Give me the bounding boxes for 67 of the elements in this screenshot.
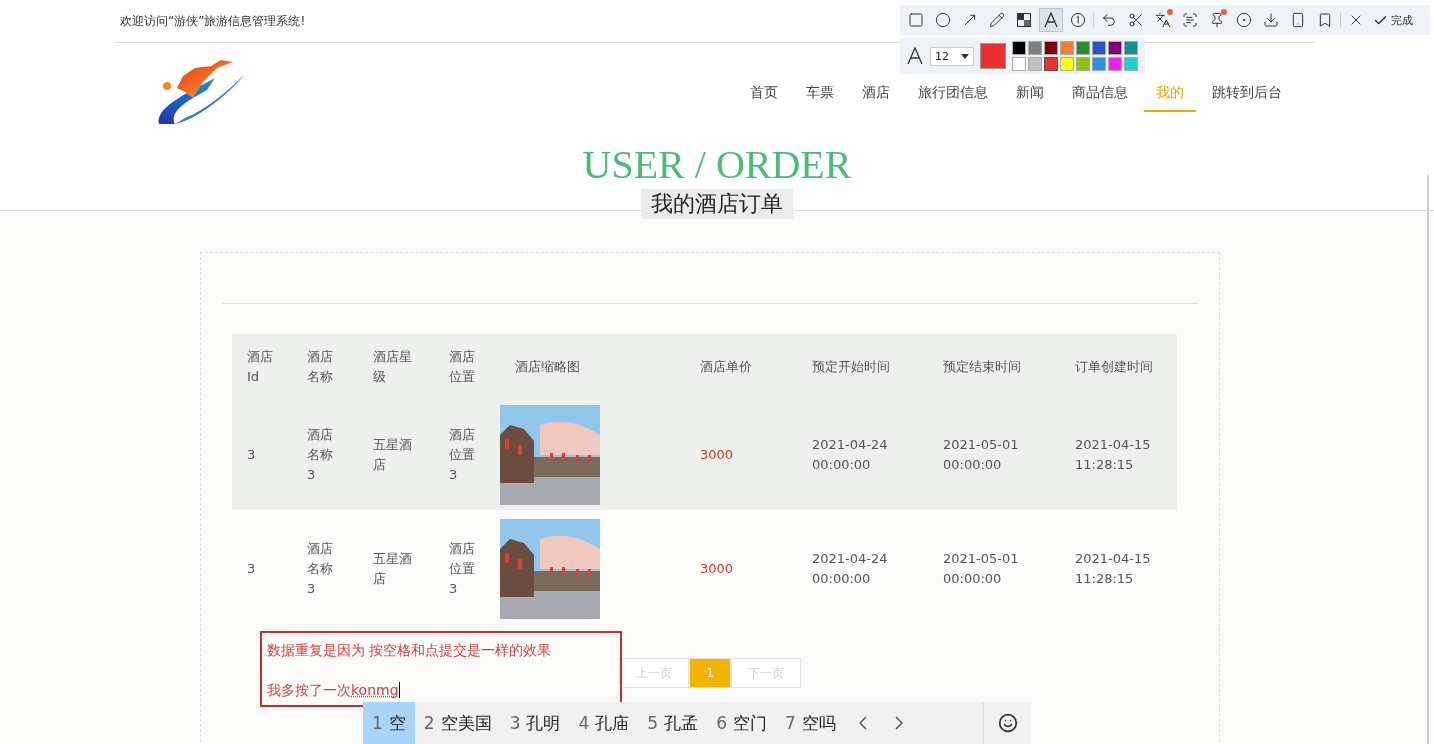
nav-link[interactable]: 新闻 [1004, 74, 1056, 112]
column-header: 预定结束时间 [928, 334, 1060, 400]
table-cell-text: 五星酒店 [373, 436, 413, 474]
color-swatch[interactable] [1028, 57, 1042, 71]
done-button[interactable]: 完成 [1371, 12, 1415, 28]
annotation-text: 我多按了一次konmg [267, 681, 401, 699]
table-cell-text: 3 [247, 560, 256, 578]
table-cell-text: 2021-05-01 00:00:00 [943, 436, 1020, 474]
color-swatch[interactable] [1028, 41, 1042, 55]
table-cell-text: 五星酒店 [373, 550, 413, 588]
nav-link[interactable]: 车票 [794, 74, 846, 112]
chevron-left-icon [858, 716, 867, 730]
annotation-text: 数据重复是因为 按空格和点提交是一样的效果 [267, 641, 553, 659]
table-cell-text: 2021-04-24 00:00:00 [812, 436, 889, 474]
table-cell-text: 3000 [700, 560, 734, 578]
column-header: 酒店单价 [685, 334, 797, 400]
font-icon [906, 47, 924, 65]
color-swatch[interactable] [1060, 41, 1074, 55]
ime-candidate[interactable]: 5 孔孟 [638, 702, 708, 744]
smiley-icon [997, 713, 1018, 733]
color-swatch[interactable] [1108, 41, 1122, 55]
nav-link[interactable]: 跳转到后台 [1200, 74, 1294, 112]
color-swatch[interactable] [1044, 57, 1058, 71]
color-swatch[interactable] [1060, 57, 1074, 71]
table-cell-text: 2021-04-24 00:00:00 [812, 550, 889, 588]
chevron-right-icon [894, 716, 903, 730]
table-cell-text: 2021-04-15 11:28:15 [1075, 436, 1152, 474]
caret-icon [961, 53, 969, 59]
page-title: USER / ORDER [582, 143, 852, 187]
text-tool-icon[interactable] [1039, 8, 1063, 32]
color-swatch[interactable] [1012, 57, 1026, 71]
ime-candidate[interactable]: 7 空吗 [775, 702, 845, 744]
column-header: 酒店名称 [292, 334, 358, 400]
column-header: 酒店星级 [358, 334, 434, 400]
scrollbar[interactable] [1427, 175, 1429, 744]
nav-link[interactable]: 商品信息 [1060, 74, 1140, 112]
color-swatch[interactable] [1044, 41, 1058, 55]
table-cell-text: 酒店位置3 [449, 540, 476, 598]
font-size-select[interactable]: 12 [930, 46, 974, 66]
table-cell-text: 3000 [700, 446, 734, 464]
color-swatch[interactable] [1092, 41, 1106, 55]
table-cell-text: 2021-04-15 11:28:15 [1075, 550, 1152, 588]
color-swatch[interactable] [1076, 41, 1090, 55]
color-swatch[interactable] [1076, 57, 1090, 71]
current-color-swatch[interactable] [980, 43, 1006, 69]
column-header: 酒店Id [232, 334, 292, 400]
table-cell-text: 酒店名称3 [307, 426, 334, 484]
ime-candidate[interactable]: 6 空门 [707, 702, 776, 744]
color-swatch[interactable] [1012, 41, 1026, 55]
color-swatch[interactable] [1124, 57, 1138, 71]
column-header: 酒店位置 [434, 334, 500, 400]
page-subtitle: 我的酒店订单 [641, 189, 793, 219]
ime-candidate[interactable]: 1 空 [363, 702, 415, 744]
nav-link[interactable]: 酒店 [850, 74, 902, 112]
table-cell-text: 酒店名称3 [307, 540, 334, 598]
nav-link[interactable]: 首页 [738, 74, 790, 112]
color-swatch[interactable] [1108, 57, 1122, 71]
column-header: 酒店缩略图 [500, 334, 685, 400]
welcome-text: 欢迎访问“游侠”旅游信息管理系统! [120, 12, 306, 30]
color-swatch[interactable] [1124, 41, 1138, 55]
table-cell-text: 酒店位置3 [449, 426, 476, 484]
color-swatch[interactable] [1092, 57, 1106, 71]
column-header: 预定开始时间 [797, 334, 928, 400]
table-cell-text: 2021-05-01 00:00:00 [943, 550, 1020, 588]
column-header: 订单创建时间 [1060, 334, 1177, 400]
nav-link[interactable]: 旅行团信息 [906, 74, 1000, 112]
table-cell-text: 3 [247, 446, 256, 464]
